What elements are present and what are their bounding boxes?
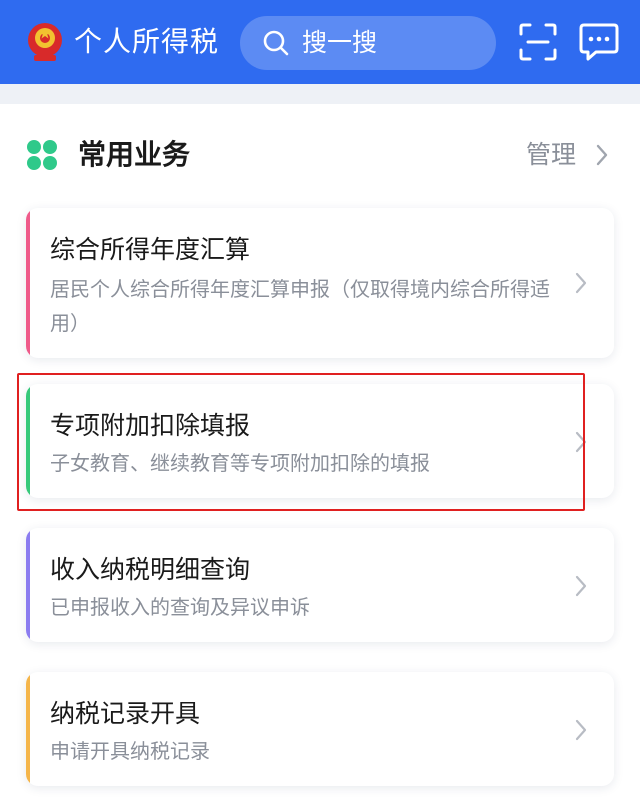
- service-card-tax-record[interactable]: 纳税记录开具 申请开具纳税记录: [26, 672, 614, 786]
- card-accent-bar: [26, 672, 30, 786]
- grid-icon: [27, 140, 57, 170]
- card-title: 专项附加扣除填报: [50, 411, 251, 440]
- search-placeholder: 搜一搜: [302, 28, 378, 57]
- card-accent-bar: [26, 384, 30, 498]
- card-title: 纳税记录开具: [50, 699, 201, 728]
- search-input[interactable]: 搜一搜: [240, 16, 496, 70]
- manage-button[interactable]: 管理: [526, 134, 626, 176]
- chevron-right-icon: [575, 719, 587, 741]
- chevron-right-icon: [575, 431, 587, 453]
- card-description: 子女教育、继续教育等专项附加扣除的填报: [50, 451, 430, 475]
- chevron-right-icon: [596, 144, 608, 166]
- search-icon: [263, 30, 289, 56]
- card-description: 已申报收入的查询及异议申诉: [50, 595, 310, 619]
- app-title: 个人所得税: [74, 25, 220, 58]
- emblem-icon: [28, 23, 62, 61]
- chevron-right-icon: [575, 272, 587, 294]
- service-card-annual-settlement[interactable]: 综合所得年度汇算 居民个人综合所得年度汇算申报（仅取得境内综合所得适用）: [26, 208, 614, 358]
- scan-icon[interactable]: [518, 22, 558, 62]
- card-title: 收入纳税明细查询: [50, 555, 251, 584]
- card-description: 申请开具纳税记录: [50, 739, 210, 763]
- message-icon[interactable]: [578, 22, 620, 62]
- card-accent-bar: [26, 528, 30, 642]
- section-title: 常用业务: [78, 138, 191, 171]
- card-accent-bar: [26, 208, 30, 358]
- service-card-special-deduction[interactable]: 专项附加扣除填报 子女教育、继续教育等专项附加扣除的填报: [26, 384, 614, 498]
- header-divider: [0, 84, 640, 104]
- manage-label: 管理: [526, 140, 577, 169]
- top-app-bar: 个人所得税 搜一搜: [0, 0, 640, 84]
- card-description: 居民个人综合所得年度汇算申报（仅取得境内综合所得适用）: [50, 277, 550, 335]
- chevron-right-icon: [575, 575, 587, 597]
- card-title: 综合所得年度汇算: [50, 235, 251, 264]
- service-card-income-query[interactable]: 收入纳税明细查询 已申报收入的查询及异议申诉: [26, 528, 614, 642]
